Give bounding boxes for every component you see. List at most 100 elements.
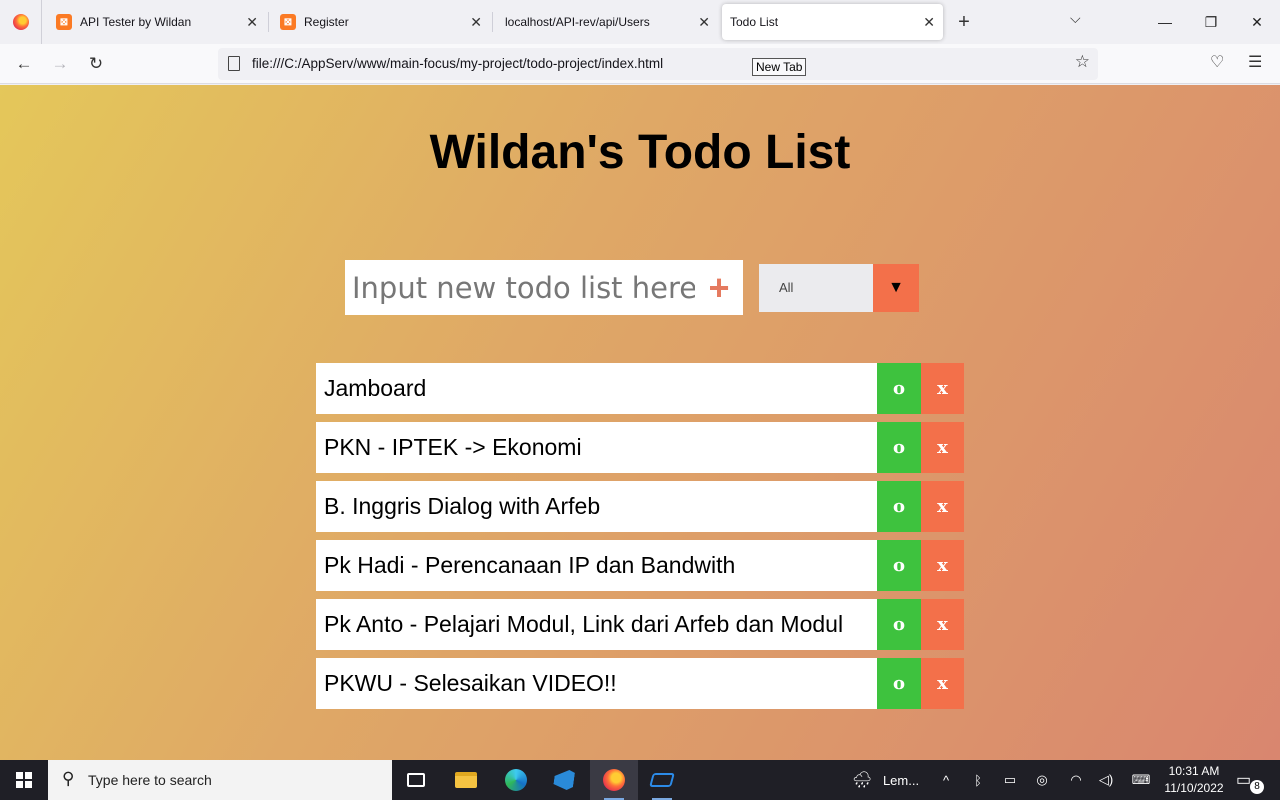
todo-form: + <box>345 260 743 315</box>
complete-button[interactable]: o <box>877 481 921 532</box>
minimize-button[interactable]: — <box>1142 0 1188 44</box>
weather-icon[interactable]: 🌧 <box>850 760 874 800</box>
tab-separator <box>492 12 493 32</box>
search-placeholder: Type here to search <box>88 772 212 788</box>
clock[interactable]: 10:31 AM 11/10/2022 <box>1158 763 1230 797</box>
firefox-taskbar-button[interactable] <box>590 760 638 800</box>
app-icon <box>649 773 675 787</box>
todo-text: B. Inggris Dialog with Arfeb <box>316 481 877 532</box>
notification-icon[interactable]: ▭ 8 <box>1236 770 1264 794</box>
complete-button[interactable]: o <box>877 658 921 709</box>
url-bar[interactable]: file:///C:/AppServ/www/main-focus/my-pro… <box>218 48 1098 80</box>
bluetooth-icon[interactable]: ᛒ <box>968 760 988 800</box>
complete-button[interactable]: o <box>877 540 921 591</box>
add-todo-button[interactable]: + <box>703 268 735 308</box>
todo-text: Pk Hadi - Perencanaan IP dan Bandwith <box>316 540 877 591</box>
todo-item: Jamboard o x <box>316 363 964 414</box>
pocket-icon[interactable]: ♡ <box>1210 52 1224 72</box>
todo-page: Wildan's Todo List + All ▼ JamboardoxPKN… <box>0 85 1280 760</box>
battery-icon[interactable]: ▭ <box>1000 760 1020 800</box>
date: 11/10/2022 <box>1164 781 1224 795</box>
xampp-icon: ⊠ <box>280 14 296 30</box>
tab-api-tester[interactable]: ⊠ API Tester by Wildan ✕ <box>46 4 266 40</box>
task-view-button[interactable] <box>392 760 440 800</box>
todo-text: Jamboard <box>316 363 877 414</box>
todo-item: Pk Hadi - Perencanaan IP dan Bandwith o x <box>316 540 964 591</box>
folder-icon <box>455 772 477 788</box>
tab-title: localhost/API-rev/api/Users <box>505 15 650 29</box>
todo-text: Pk Anto - Pelajari Modul, Link dari Arfe… <box>316 599 877 650</box>
xampp-icon: ⊠ <box>56 14 72 30</box>
delete-button[interactable]: x <box>921 481 964 532</box>
forward-icon[interactable]: → <box>48 52 72 76</box>
delete-button[interactable]: x <box>921 422 964 473</box>
page-icon <box>228 56 240 71</box>
search-icon: ⚲ <box>62 769 75 788</box>
close-tab-icon[interactable]: ✕ <box>698 14 710 31</box>
file-explorer-button[interactable] <box>442 760 490 800</box>
close-window-button[interactable]: ✕ <box>1234 0 1280 44</box>
vscode-icon <box>553 770 576 790</box>
todo-item: B. Inggris Dialog with Arfeb o x <box>316 481 964 532</box>
navigation-bar: ← → ↻ file:///C:/AppServ/www/main-focus/… <box>0 44 1280 84</box>
menu-icon[interactable]: ☰ <box>1248 52 1262 72</box>
keyboard-icon[interactable]: ⌨ <box>1128 760 1154 800</box>
close-tab-icon[interactable]: ✕ <box>246 14 258 31</box>
new-tab-button[interactable]: + <box>952 10 976 34</box>
close-tab-icon[interactable]: ✕ <box>923 14 935 31</box>
firefox-icon <box>603 769 625 791</box>
list-all-tabs-icon[interactable]: ⌵ <box>1070 10 1081 27</box>
todo-item: PKN - IPTEK -> Ekonomi o x <box>316 422 964 473</box>
todo-input[interactable] <box>345 260 695 315</box>
todo-item: PKWU - Selesaikan VIDEO!! o x <box>316 658 964 709</box>
filter-select[interactable]: All ▼ <box>759 264 919 312</box>
bookmark-star-icon[interactable]: ☆ <box>1075 52 1090 72</box>
todo-item: Pk Anto - Pelajari Modul, Link dari Arfe… <box>316 599 964 650</box>
edge-button[interactable] <box>492 760 540 800</box>
delete-button[interactable]: x <box>921 540 964 591</box>
dropdown-arrow-icon[interactable]: ▼ <box>873 264 919 312</box>
filter-selected-value[interactable]: All <box>759 264 873 312</box>
notification-count: 8 <box>1250 780 1264 794</box>
tab-register[interactable]: ⊠ Register ✕ <box>270 4 490 40</box>
taskbar-search[interactable]: ⚲ Type here to search <box>48 760 392 800</box>
tab-users-api[interactable]: localhost/API-rev/api/Users ✕ <box>496 4 718 40</box>
back-icon[interactable]: ← <box>12 52 36 76</box>
tab-title: Register <box>304 15 349 29</box>
task-view-icon <box>407 773 425 787</box>
time: 10:31 AM <box>1168 764 1220 778</box>
new-tab-tooltip: New Tab <box>752 58 807 76</box>
start-button[interactable] <box>0 760 48 800</box>
tab-strip: ⊠ API Tester by Wildan ✕ ⊠ Register ✕ lo… <box>0 0 1280 44</box>
wifi-icon[interactable]: ◠ <box>1066 760 1086 800</box>
delete-button[interactable]: x <box>921 363 964 414</box>
url-text[interactable]: file:///C:/AppServ/www/main-focus/my-pro… <box>252 56 663 71</box>
app-taskbar-button[interactable] <box>638 760 686 800</box>
show-hidden-icons[interactable]: ^ <box>936 760 956 800</box>
delete-button[interactable]: x <box>921 658 964 709</box>
todo-list: Jamboard o x PKN - IPTEK -> Ekonomi o x B. Ing… <box>316 363 964 717</box>
camera-icon[interactable]: ◎ <box>1032 760 1052 800</box>
firefox-icon <box>12 14 29 30</box>
complete-button[interactable]: o <box>877 363 921 414</box>
volume-icon[interactable]: ◁) <box>1096 760 1116 800</box>
tab-title: Todo List <box>730 15 779 29</box>
tab-todo-list[interactable]: Todo List ✕ <box>722 4 943 40</box>
vscode-button[interactable] <box>540 760 588 800</box>
page-title: Wildan's Todo List <box>429 126 851 179</box>
weather-text[interactable]: Lem... <box>876 760 926 800</box>
restore-button[interactable]: ❐ <box>1188 0 1234 44</box>
complete-button[interactable]: o <box>877 599 921 650</box>
todo-text: PKWU - Selesaikan VIDEO!! <box>316 658 877 709</box>
firefox-view-button[interactable] <box>0 0 42 44</box>
windows-icon <box>16 772 32 788</box>
tab-separator <box>268 12 269 32</box>
delete-button[interactable]: x <box>921 599 964 650</box>
todo-text: PKN - IPTEK -> Ekonomi <box>316 422 877 473</box>
reload-icon[interactable]: ↻ <box>84 52 108 76</box>
edge-icon <box>505 769 527 791</box>
close-tab-icon[interactable]: ✕ <box>470 14 482 31</box>
tab-title: API Tester by Wildan <box>80 15 192 29</box>
taskbar: ⚲ Type here to search 🌧 Lem... ^ ᛒ ▭ ◎ ◠… <box>0 760 1280 800</box>
complete-button[interactable]: o <box>877 422 921 473</box>
